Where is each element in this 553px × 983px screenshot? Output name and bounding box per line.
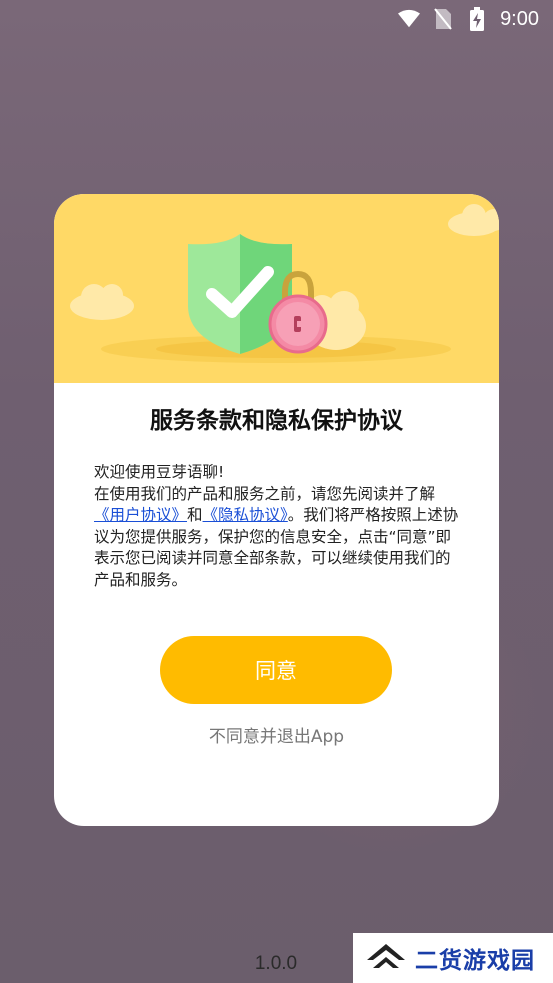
no-sim-icon (432, 8, 454, 30)
dialog-title: 服务条款和隐私保护协议 (150, 408, 403, 434)
watermark-logo-icon (367, 944, 405, 968)
app-version: 1.0.0 (254, 953, 298, 974)
and-text: 和 (187, 506, 203, 524)
dialog-banner (54, 194, 499, 383)
user-agreement-link[interactable]: 《用户协议》 (94, 506, 187, 524)
watermark-text: 二货游戏园 (415, 948, 535, 974)
status-time: 9:00 (500, 7, 539, 30)
disagree-exit-link[interactable]: 不同意并退出App (54, 722, 499, 747)
wifi-icon (398, 8, 421, 30)
privacy-dialog: 服务条款和隐私保护协议 欢迎使用豆芽语聊! 在使用我们的产品和服务之前，请您先阅… (54, 194, 499, 826)
status-bar: 9:00 (0, 0, 553, 38)
privacy-agreement-link[interactable]: 《隐私协议》 (203, 506, 288, 524)
security-illustration (70, 204, 499, 363)
agree-button[interactable]: 同意 (160, 636, 392, 704)
body-text-before: 在使用我们的产品和服务之前，请您先阅读并了解 (94, 484, 436, 503)
battery-charging-icon (466, 7, 488, 31)
welcome-text: 欢迎使用豆芽语聊! (94, 463, 225, 481)
dialog-body: 欢迎使用豆芽语聊! 在使用我们的产品和服务之前，请您先阅读并了解《用户协议》和《… (94, 462, 464, 591)
agreement-paragraph: 在使用我们的产品和服务之前，请您先阅读并了解《用户协议》和《隐私协议》。我们将严… (94, 484, 464, 592)
watermark: 二货游戏园 (353, 933, 553, 983)
